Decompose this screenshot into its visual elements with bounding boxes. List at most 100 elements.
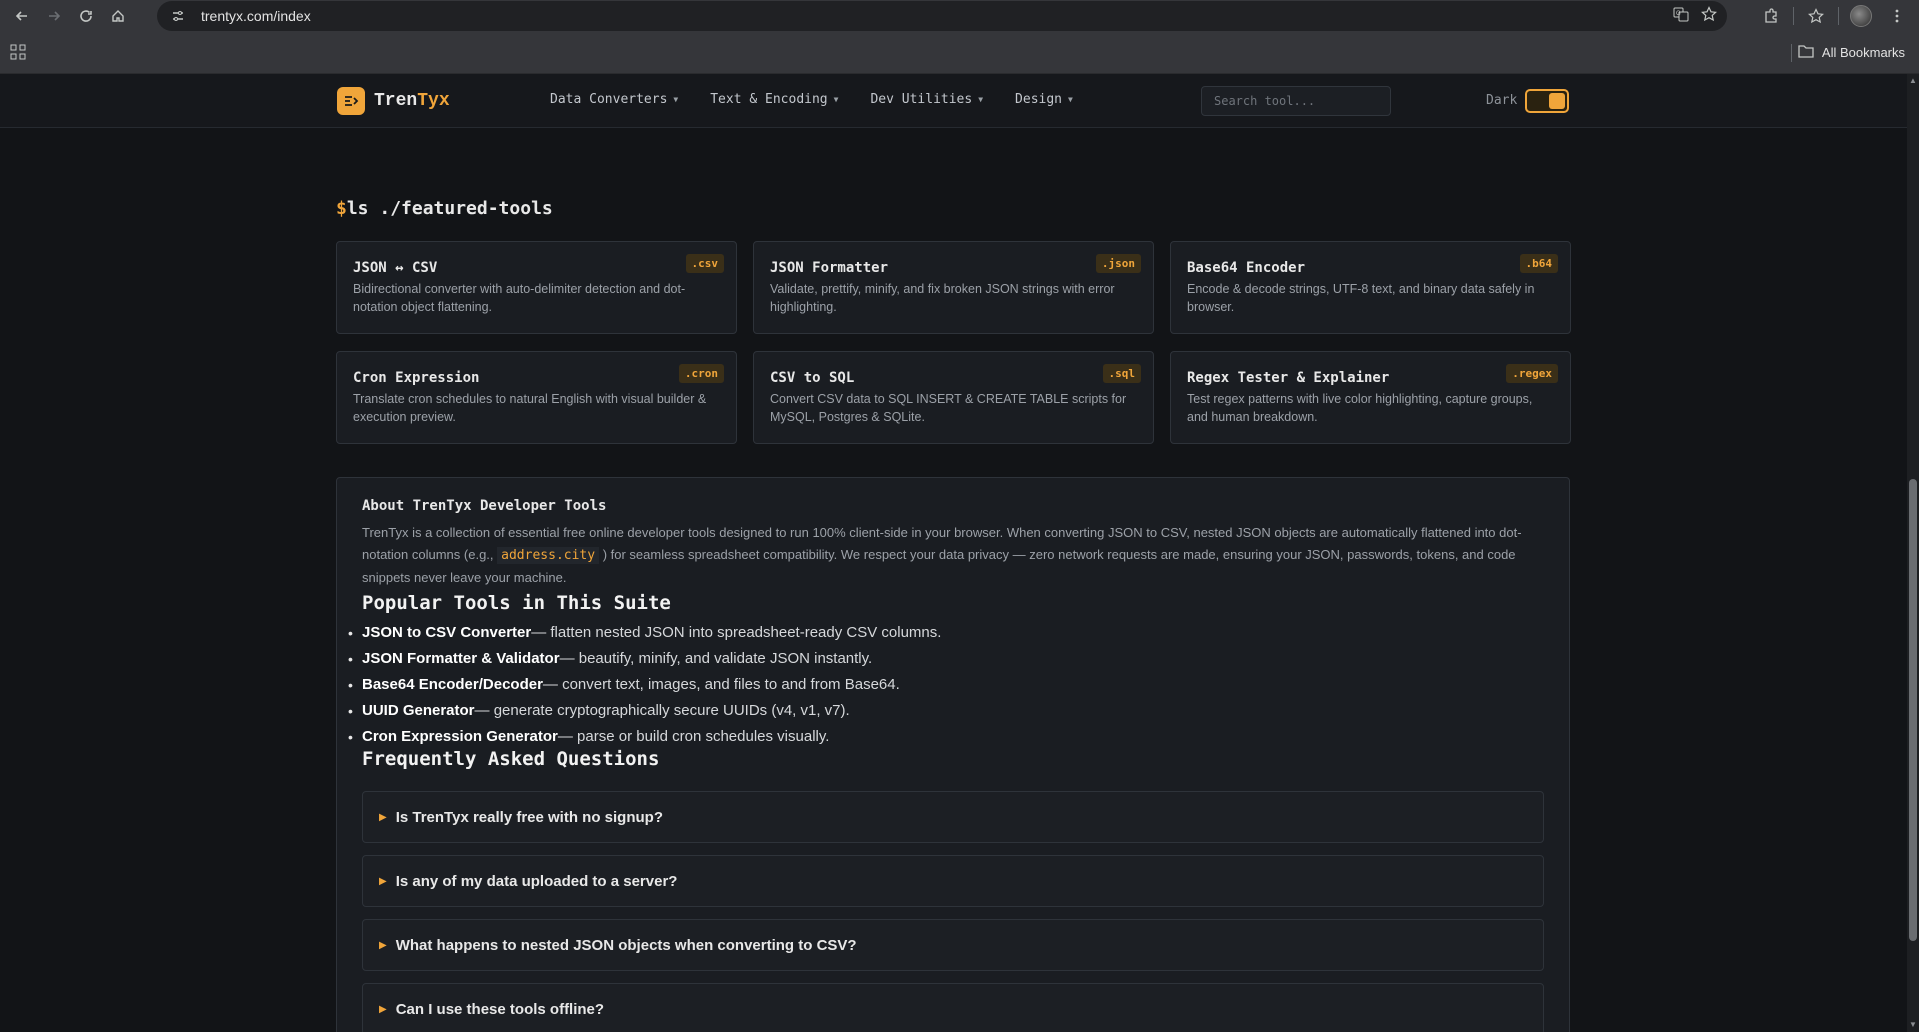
faq-heading: Frequently Asked Questions <box>362 748 660 770</box>
caret-down-icon: ▼ <box>833 95 839 104</box>
ext-badge: .csv <box>685 254 724 273</box>
popular-tool-name: UUID Generator <box>362 702 475 719</box>
bullet-icon: • <box>348 729 353 745</box>
popular-tool-name: JSON to CSV Converter <box>362 624 532 641</box>
faq-item-free[interactable]: ▶ Is TrenTyx really free with no signup? <box>362 791 1544 843</box>
list-item: • JSON to CSV Converter — flatten nested … <box>348 620 941 646</box>
faq-item-nested-json[interactable]: ▶ What happens to nested JSON objects whe… <box>362 919 1544 971</box>
caret-down-icon: ▼ <box>673 95 679 104</box>
bookmarks-divider <box>1791 44 1792 62</box>
disclosure-triangle-icon: ▶ <box>379 875 387 887</box>
translate-icon[interactable]: G <box>1673 6 1689 27</box>
popular-tool-name: Cron Expression Generator <box>362 728 558 745</box>
logo-text: TrenTyx <box>374 91 450 111</box>
faq-item-offline[interactable]: ▶ Can I use these tools offline? <box>362 983 1544 1032</box>
faq-question: Is any of my data uploaded to a server? <box>395 872 678 890</box>
tool-name: JSON ↔ CSV <box>353 260 438 276</box>
popular-tool-name: JSON Formatter & Validator <box>362 650 560 667</box>
list-item: • Cron Expression Generator — parse or bu… <box>348 724 941 750</box>
address-bar[interactable]: trentyx.com/index G <box>157 1 1727 31</box>
featured-tools-title: ls ./featured-tools <box>346 198 553 219</box>
scroll-down-icon[interactable]: ▼ <box>1909 1020 1917 1030</box>
tool-card-base64-encoder[interactable]: Base64 Encoder Encode & decode strings, … <box>1170 241 1571 334</box>
featured-tools-heading: $ls ./featured-tools <box>336 198 553 219</box>
ext-badge: .b64 <box>1519 254 1558 273</box>
nav-text-encoding[interactable]: Text & Encoding ▼ <box>710 92 838 107</box>
tool-name: Cron Expression <box>353 370 480 386</box>
nav-data-converters[interactable]: Data Converters ▼ <box>550 92 678 107</box>
profile-avatar[interactable] <box>1843 0 1879 32</box>
menu-icon[interactable] <box>1879 0 1915 32</box>
search-input[interactable] <box>1201 86 1391 116</box>
star-icon[interactable] <box>1701 5 1717 27</box>
forward-icon[interactable] <box>38 0 70 32</box>
browser-toolbar: trentyx.com/index G <box>0 0 1919 32</box>
back-icon[interactable] <box>6 0 38 32</box>
site-info-icon[interactable] <box>169 7 187 25</box>
svg-text:G: G <box>1676 11 1681 17</box>
folder-icon <box>1798 44 1814 61</box>
all-bookmarks-button[interactable]: All Bookmarks <box>1798 44 1905 61</box>
popular-tool-name: Base64 Encoder/Decoder <box>362 676 543 693</box>
about-section: About TrenTyx Developer Tools TrenTyx is… <box>336 477 1570 1032</box>
prompt-symbol: $ <box>336 198 347 219</box>
tool-description: Test regex patterns with live color high… <box>1187 392 1533 424</box>
tool-card-regex-tester[interactable]: Regex Tester & Explainer Test regex patt… <box>1170 351 1571 444</box>
nav-label: Data Converters <box>550 92 668 107</box>
inline-code: address.city <box>497 547 600 564</box>
tool-name: JSON Formatter <box>770 260 889 276</box>
popular-tool-desc: — convert text, images, and files to and… <box>542 676 900 693</box>
all-bookmarks-label: All Bookmarks <box>1821 45 1905 60</box>
tool-name: CSV to SQL <box>770 370 855 386</box>
tool-description: Convert CSV data to SQL INSERT & CREATE … <box>770 392 1127 424</box>
caret-down-icon: ▼ <box>1068 95 1073 104</box>
reload-icon[interactable] <box>70 0 102 32</box>
popular-tool-desc: — generate cryptographically secure UUID… <box>474 702 850 719</box>
tool-card-json-csv[interactable]: JSON ↔ CSV Bidirectional converter with … <box>336 241 737 334</box>
page-scrollbar[interactable]: ▲ ▼ <box>1907 74 1919 1032</box>
ext-badge: .sql <box>1102 364 1141 383</box>
extensions-icon[interactable] <box>1753 0 1789 32</box>
tool-card-csv-to-sql[interactable]: CSV to SQL Convert CSV data to SQL INSER… <box>753 351 1154 444</box>
scrollbar-thumb[interactable] <box>1909 479 1917 941</box>
about-title: About TrenTyx Developer Tools <box>362 498 607 514</box>
nav-design[interactable]: Design ▼ <box>1015 92 1073 107</box>
main-nav: Data Converters ▼ Text & Encoding ▼ Dev Ut… <box>550 92 1073 107</box>
popular-tools-heading: Popular Tools in This Suite <box>362 592 671 614</box>
bookmark-star-icon[interactable] <box>1798 0 1834 32</box>
tool-description: Validate, prettify, minify, and fix brok… <box>770 282 1115 314</box>
tool-name: Base64 Encoder <box>1187 260 1306 276</box>
popular-tool-desc: — parse or build cron schedules visually… <box>557 728 830 745</box>
tool-card-json-formatter[interactable]: JSON Formatter Validate, prettify, minif… <box>753 241 1154 334</box>
dark-mode-toggle[interactable] <box>1525 89 1569 113</box>
tool-name: Regex Tester & Explainer <box>1187 370 1390 386</box>
nav-label: Design <box>1015 92 1063 107</box>
faq-item-data-upload[interactable]: ▶ Is any of my data uploaded to a server? <box>362 855 1544 907</box>
bullet-icon: • <box>348 651 353 667</box>
tool-card-cron-expression[interactable]: Cron Expression Translate cron schedules… <box>336 351 737 444</box>
page-viewport: TrenTyx Data Converters ▼ Text & Encoding… <box>0 74 1907 1032</box>
disclosure-triangle-icon: ▶ <box>379 939 387 951</box>
popular-tools-list: • JSON to CSV Converter — flatten nested … <box>348 620 941 750</box>
toolbar-divider <box>1838 7 1839 25</box>
logo-icon <box>337 87 365 115</box>
ext-badge: .json <box>1095 254 1141 273</box>
toggle-knob <box>1549 93 1565 109</box>
avatar <box>1850 5 1872 27</box>
scroll-up-icon[interactable]: ▲ <box>1909 76 1917 86</box>
logo-text-accent: Tyx <box>417 91 450 111</box>
bookmarks-bar: All Bookmarks <box>0 32 1919 74</box>
tool-description: Encode & decode strings, UTF-8 text, and… <box>1187 282 1535 314</box>
site-logo[interactable]: TrenTyx <box>337 87 450 115</box>
list-item: • Base64 Encoder/Decoder — convert text, … <box>348 672 941 698</box>
bullet-icon: • <box>348 703 353 719</box>
site-header: TrenTyx Data Converters ▼ Text & Encoding… <box>0 74 1907 128</box>
apps-icon[interactable] <box>10 44 28 62</box>
url-text[interactable]: trentyx.com/index <box>201 8 311 24</box>
list-item: • UUID Generator — generate cryptographic… <box>348 698 941 724</box>
home-icon[interactable] <box>102 0 134 32</box>
logo-text-primary: Tren <box>374 91 418 111</box>
toolbar-divider <box>1793 7 1794 25</box>
featured-tools-grid: JSON ↔ CSV Bidirectional converter with … <box>336 241 1571 444</box>
nav-dev-utilities[interactable]: Dev Utilities ▼ <box>870 92 983 107</box>
